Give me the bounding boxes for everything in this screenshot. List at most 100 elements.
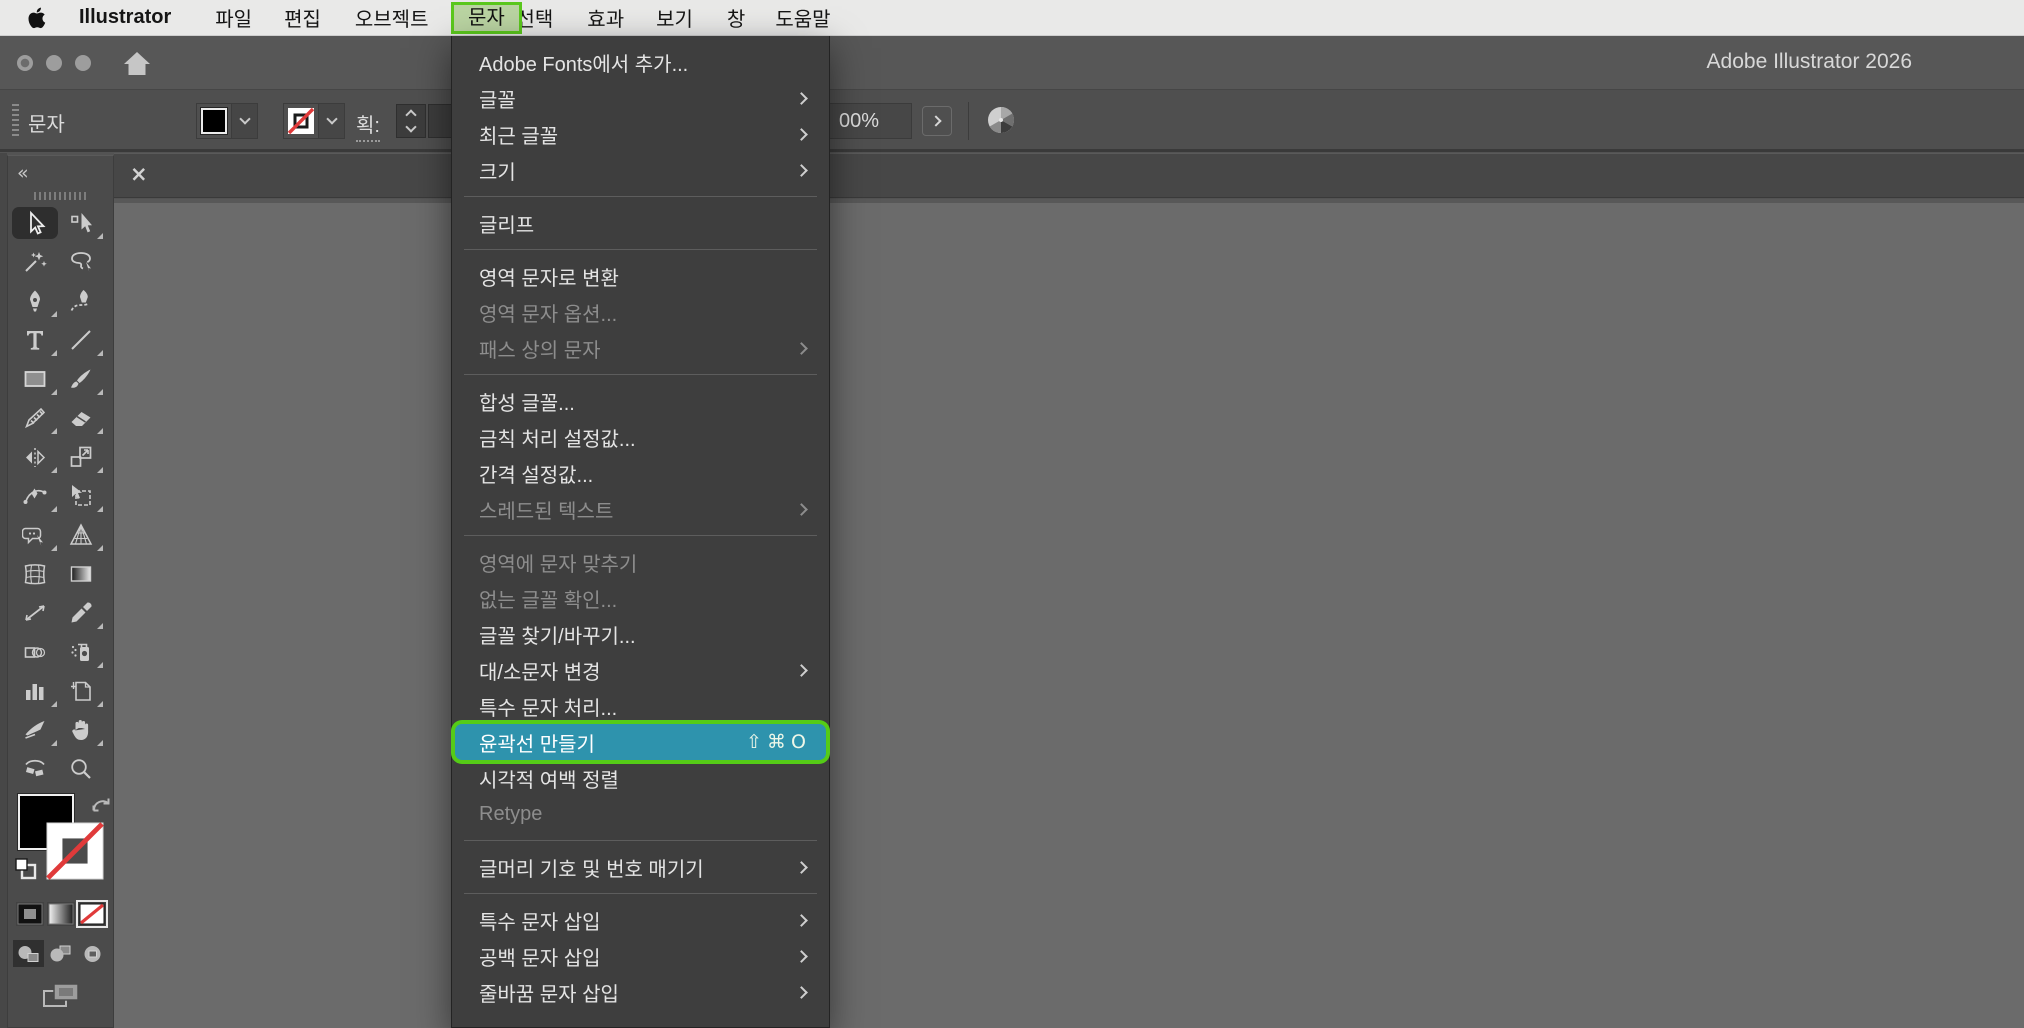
selection-tool[interactable] bbox=[15, 210, 55, 236]
menu-item[interactable]: 줄바꿈 문자 삽입 bbox=[452, 974, 829, 1010]
swap-fill-stroke-icon[interactable] bbox=[90, 794, 112, 819]
magic-wand-tool[interactable] bbox=[15, 249, 55, 275]
menu-item[interactable]: 윤곽선 만들기⇧⌘O bbox=[455, 724, 826, 760]
menubar-item-help[interactable]: 도움말 bbox=[775, 3, 830, 32]
tool-panel: « bbox=[7, 155, 114, 1028]
menu-item[interactable]: 특수 문자 삽입 bbox=[452, 902, 829, 938]
menu-item[interactable]: 영역 문자로 변환 bbox=[452, 258, 829, 294]
rotate-view-tool[interactable] bbox=[15, 756, 55, 782]
app-title: Adobe Illustrator 2026 bbox=[1707, 50, 1912, 74]
menu-item[interactable]: 합성 글꼴... bbox=[452, 383, 829, 419]
menu-separator bbox=[464, 535, 817, 536]
reflect-tool[interactable] bbox=[15, 444, 55, 470]
menubar-item-effect[interactable]: 효과 bbox=[587, 3, 624, 32]
toolbar-drag-handle[interactable] bbox=[34, 192, 88, 200]
stroke-weight-stepper[interactable] bbox=[396, 104, 426, 138]
menubar-item-type[interactable]: 문자 bbox=[451, 2, 522, 34]
menu-item-label: 영역 문자로 변환 bbox=[479, 262, 811, 291]
panel-drag-handle[interactable] bbox=[12, 104, 19, 138]
control-bar: 문자 획: 00% bbox=[0, 90, 2024, 152]
scale-tool[interactable] bbox=[61, 444, 101, 470]
blend-tool[interactable] bbox=[15, 639, 55, 665]
eyedropper-tool[interactable] bbox=[61, 600, 101, 626]
color-wheel-icon[interactable] bbox=[985, 104, 1017, 141]
apple-menu-icon[interactable] bbox=[28, 7, 47, 29]
eraser-tool[interactable] bbox=[61, 405, 101, 431]
collapse-panel-icon[interactable]: « bbox=[8, 156, 113, 184]
stroke-swatch-none[interactable] bbox=[46, 822, 104, 885]
curvature-tool[interactable] bbox=[61, 288, 101, 314]
screen-mode-button[interactable] bbox=[39, 981, 83, 1009]
gradient-button[interactable] bbox=[47, 902, 75, 926]
shape-builder-tool[interactable] bbox=[15, 522, 55, 548]
submenu-chevron-icon bbox=[795, 986, 808, 999]
draw-behind-button[interactable] bbox=[45, 940, 76, 967]
menu-item[interactable]: 간격 설정값... bbox=[452, 455, 829, 491]
symbol-sprayer-tool[interactable] bbox=[61, 639, 101, 665]
type-tool[interactable] bbox=[15, 327, 55, 353]
menu-item[interactable]: 글리프 bbox=[452, 205, 829, 241]
free-transform-tool[interactable] bbox=[61, 483, 101, 509]
menubar-item-window[interactable]: 창 bbox=[727, 3, 745, 32]
document-tabbar[interactable]: × bbox=[114, 153, 2024, 198]
zoom-window-button[interactable] bbox=[75, 55, 91, 71]
hand-tool[interactable] bbox=[61, 717, 101, 743]
menubar-item-file[interactable]: 파일 bbox=[215, 3, 252, 32]
minimize-window-button[interactable] bbox=[46, 55, 62, 71]
menubar-item-edit[interactable]: 편집 bbox=[284, 3, 321, 32]
fill-color-control bbox=[196, 103, 258, 139]
column-graph-tool[interactable] bbox=[15, 678, 55, 704]
pen-tool[interactable] bbox=[15, 288, 55, 314]
default-fill-stroke-icon[interactable] bbox=[13, 856, 39, 887]
close-window-button[interactable] bbox=[17, 55, 33, 71]
slice-tool[interactable] bbox=[15, 717, 55, 743]
gradient-tool[interactable] bbox=[61, 561, 101, 587]
menu-item-label: 간격 설정값... bbox=[479, 459, 811, 488]
stroke-color-dropdown[interactable] bbox=[318, 104, 344, 138]
menu-item-label: 합성 글꼴... bbox=[479, 387, 811, 416]
menu-separator bbox=[464, 374, 817, 375]
menubar-item-object[interactable]: 오브젝트 bbox=[355, 3, 429, 32]
menu-item: Retype bbox=[452, 796, 829, 832]
menu-item[interactable]: 시각적 여백 정렬 bbox=[452, 760, 829, 796]
menu-item[interactable]: 금칙 처리 설정값... bbox=[452, 419, 829, 455]
menubar-item-select[interactable]: 선택 bbox=[516, 3, 553, 32]
home-icon[interactable] bbox=[122, 49, 152, 82]
mesh-tool[interactable] bbox=[15, 561, 55, 587]
draw-inside-button[interactable] bbox=[77, 940, 108, 967]
menu-item-label: 줄바꿈 문자 삽입 bbox=[479, 978, 797, 1007]
canvas-area[interactable] bbox=[114, 199, 2024, 1028]
artboard-tool[interactable] bbox=[61, 678, 101, 704]
menu-item[interactable]: 크기 bbox=[452, 152, 829, 188]
menu-item[interactable]: 대/소문자 변경 bbox=[452, 652, 829, 688]
close-tab-icon[interactable]: × bbox=[130, 162, 148, 186]
fill-color-dropdown[interactable] bbox=[231, 104, 257, 138]
menu-item: 영역에 문자 맞추기 bbox=[452, 544, 829, 580]
rectangle-tool[interactable] bbox=[15, 366, 55, 392]
draw-normal-button[interactable] bbox=[13, 940, 44, 967]
menu-item[interactable]: 특수 문자 처리... bbox=[452, 688, 829, 724]
zoom-tool[interactable] bbox=[61, 756, 101, 782]
stroke-weight-label[interactable]: 획: bbox=[356, 109, 380, 142]
width-tool[interactable] bbox=[15, 483, 55, 509]
menu-item[interactable]: 글꼴 찾기/바꾸기... bbox=[452, 616, 829, 652]
direct-selection-tool[interactable] bbox=[61, 210, 101, 236]
shaper-tool[interactable] bbox=[15, 405, 55, 431]
fill-color-swatch[interactable] bbox=[197, 104, 231, 138]
paintbrush-tool[interactable] bbox=[61, 366, 101, 392]
menu-item[interactable]: 공백 문자 삽입 bbox=[452, 938, 829, 974]
menubar-item-view[interactable]: 보기 bbox=[656, 3, 693, 32]
measure-tool[interactable] bbox=[15, 600, 55, 626]
menu-item[interactable]: 글머리 기호 및 번호 매기기 bbox=[452, 849, 829, 885]
none-button[interactable] bbox=[78, 902, 106, 926]
menu-item[interactable]: Adobe Fonts에서 추가... bbox=[452, 44, 829, 80]
more-options-button[interactable] bbox=[922, 106, 952, 136]
menu-item[interactable]: 최근 글꼴 bbox=[452, 116, 829, 152]
menu-item[interactable]: 글꼴 bbox=[452, 80, 829, 116]
color-button[interactable] bbox=[16, 902, 44, 926]
perspective-grid-tool[interactable] bbox=[61, 522, 101, 548]
stroke-none-swatch[interactable] bbox=[284, 104, 318, 138]
lasso-tool[interactable] bbox=[61, 249, 101, 275]
line-segment-tool[interactable] bbox=[61, 327, 101, 353]
menubar-item-illustrator[interactable]: Illustrator bbox=[79, 6, 171, 29]
